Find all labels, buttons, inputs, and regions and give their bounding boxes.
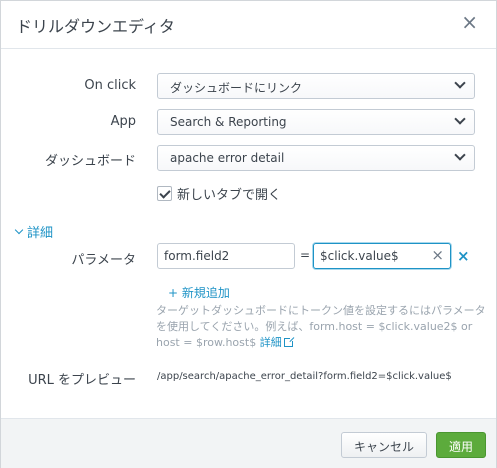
chevron-down-icon [454, 77, 466, 89]
param-name-input[interactable]: form.field2 [157, 243, 295, 269]
add-param-button[interactable]: + 新規追加 [168, 284, 230, 301]
param-name-value: form.field2 [164, 249, 230, 263]
drilldown-editor-dialog: ドリルダウンエディタ × On click ダッシュボードにリンク App Se… [0, 0, 497, 468]
equals-sign: = [300, 248, 311, 262]
dialog-title: ドリルダウンエディタ [16, 17, 175, 36]
apply-button[interactable]: 適用 [436, 432, 486, 458]
url-preview-label: URL をプレビュー [28, 373, 136, 388]
dashboard-select[interactable]: apache error detail [157, 145, 475, 171]
on-click-label: On click [84, 78, 136, 93]
params-label: パラメータ [71, 253, 136, 268]
on-click-value: ダッシュボードにリンク [170, 81, 303, 95]
help-text: ターゲットダッシュボードにトークン値を設定するにはパラメータを使用してください。… [156, 304, 486, 349]
chevron-down-icon [454, 149, 466, 161]
param-value-value: $click.value$ [320, 249, 399, 263]
close-icon[interactable]: × [461, 12, 478, 32]
details-toggle[interactable]: 詳細 [14, 222, 54, 241]
param-value-input[interactable]: $click.value$ × [313, 243, 451, 269]
dashboard-label: ダッシュボード [44, 154, 136, 169]
dialog-header: ドリルダウンエディタ × [1, 1, 496, 49]
clear-icon[interactable]: × [431, 246, 444, 264]
help-text-block: ターゲットダッシュボードにトークン値を設定するにはパラメータを使用してください。… [156, 303, 491, 351]
dashboard-value: apache error detail [170, 151, 285, 165]
new-tab-label: 新しいタブで開く [177, 187, 282, 203]
app-label: App [110, 114, 136, 129]
on-click-select[interactable]: ダッシュボードにリンク [157, 73, 475, 99]
help-link-label: 詳細 [259, 336, 282, 349]
help-link[interactable]: 詳細 [259, 336, 295, 349]
app-select[interactable]: Search & Reporting [157, 109, 475, 135]
cancel-button[interactable]: キャンセル [341, 432, 427, 458]
external-link-icon [283, 336, 295, 347]
details-toggle-label: 詳細 [27, 226, 54, 241]
new-tab-checkbox[interactable] [157, 185, 172, 201]
new-tab-checkbox-row[interactable]: 新しいタブで開く [157, 183, 281, 203]
remove-param-icon[interactable]: × [457, 247, 470, 265]
app-value: Search & Reporting [170, 115, 287, 129]
chevron-down-icon [14, 225, 24, 235]
url-preview-value: /app/search/apache_error_detail?form.fie… [157, 371, 452, 382]
chevron-down-icon [454, 113, 466, 125]
dialog-footer: キャンセル 適用 [1, 418, 496, 468]
